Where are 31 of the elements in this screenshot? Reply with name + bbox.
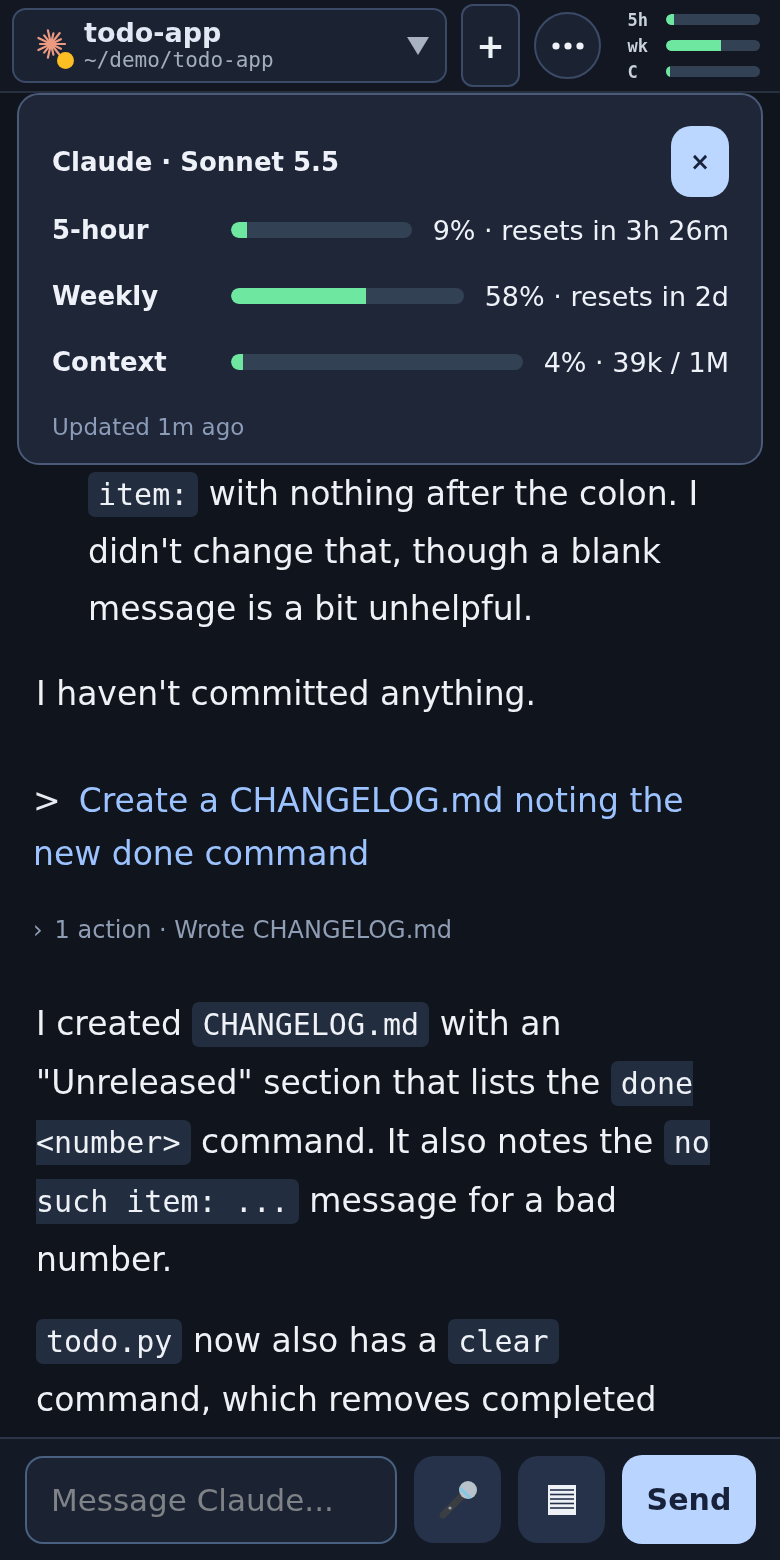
list-item-text: item: with nothing after the colon. I didn't change that, though a blank message is a bit unhelpful. bbox=[88, 471, 700, 631]
project-path: ~/demo/todo-app bbox=[84, 48, 274, 74]
project-selector[interactable]: todo-app ~/demo/todo-app bbox=[12, 8, 447, 83]
microphone-icon bbox=[436, 1478, 479, 1521]
usage-label: wk bbox=[627, 36, 648, 55]
popup-title: Claude · Sonnet 5.5 bbox=[52, 146, 340, 177]
send-button[interactable]: Send bbox=[622, 1455, 756, 1544]
message-paragraph: todo.py now also has a clear command, which removes completed bbox=[36, 1318, 658, 1422]
updated-time: Updated 1m ago bbox=[52, 413, 246, 442]
notes-button[interactable] bbox=[518, 1456, 605, 1543]
message-input[interactable]: Message Claude... bbox=[25, 1455, 397, 1544]
caret-icon bbox=[407, 36, 429, 55]
new-button[interactable]: + bbox=[461, 4, 520, 87]
usage-reading: 58% · resets in 2d bbox=[484, 280, 729, 312]
more-icon bbox=[551, 41, 584, 50]
project-name: todo-app bbox=[84, 17, 222, 49]
usage-row-label: 5-hour bbox=[52, 215, 150, 245]
usage-reading: 9% · resets in 3h 26m bbox=[432, 214, 729, 246]
close-button[interactable]: × bbox=[671, 126, 729, 197]
message-paragraph: I haven't committed anything. bbox=[36, 672, 538, 715]
actions-toggle[interactable]: › 1 action · Wrote CHANGELOG.md bbox=[33, 914, 452, 947]
usage-row-label: Weekly bbox=[52, 281, 160, 311]
usage-label: 5h bbox=[627, 10, 648, 29]
usage-reading: 4% · 39k / 1M bbox=[543, 346, 729, 378]
message-paragraph: I created CHANGELOG.md with an "Unreleased" section that lists the done <number> command. It also notes the no such item: ... message for a bad number. bbox=[36, 1001, 711, 1282]
user-prompt: > Create a CHANGELOG.md noting the new done command bbox=[33, 780, 685, 876]
microphone-button[interactable] bbox=[414, 1456, 501, 1543]
usage-row-label: Context bbox=[52, 347, 168, 377]
lines-icon bbox=[547, 1484, 576, 1515]
usage-label: C bbox=[627, 62, 639, 81]
status-dot-icon bbox=[57, 51, 74, 69]
